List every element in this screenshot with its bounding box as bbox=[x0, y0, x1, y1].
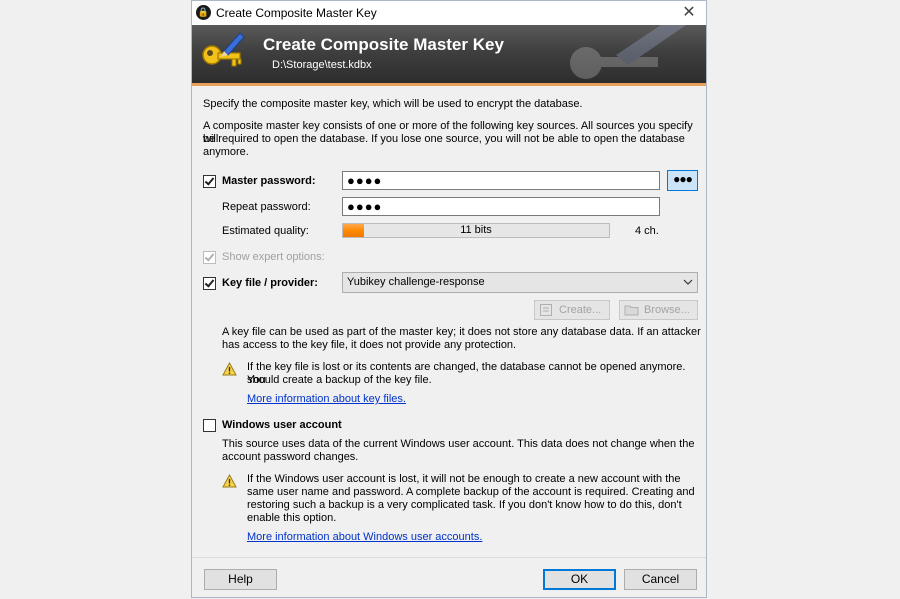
reveal-password-button[interactable]: ●●● bbox=[667, 170, 698, 191]
key-file-warning-line: should create a backup of the key file. bbox=[247, 374, 432, 386]
create-button-label: Create... bbox=[559, 304, 602, 316]
help-button[interactable]: Help bbox=[204, 569, 277, 590]
windows-account-warning-line: restoring such a backup is a very compli… bbox=[247, 499, 682, 511]
cancel-button[interactable]: Cancel bbox=[624, 569, 697, 590]
windows-account-info-line: This source uses data of the current Win… bbox=[222, 438, 695, 450]
repeat-password-label: Repeat password: bbox=[222, 201, 311, 213]
key-file-label: Key file / provider: bbox=[222, 277, 318, 289]
key-files-info-link[interactable]: More information about key files. bbox=[247, 393, 406, 406]
intro-detail-line: anymore. bbox=[203, 146, 249, 158]
browse-key-file-button[interactable]: Browse... bbox=[619, 300, 698, 320]
composite-key-dialog: 🔒 Create Composite Master Key ✕ Create C… bbox=[191, 0, 707, 598]
create-file-icon bbox=[540, 304, 552, 316]
key-pencil-icon bbox=[202, 32, 245, 67]
password-length: 4 ch. bbox=[635, 225, 659, 237]
intro-detail-line: be required to open the database. If you… bbox=[203, 133, 685, 145]
windows-account-checkbox[interactable] bbox=[203, 419, 216, 432]
key-provider-select[interactable]: Yubikey challenge-response bbox=[342, 272, 698, 293]
key-file-checkbox[interactable] bbox=[203, 277, 216, 290]
show-expert-options-checkbox[interactable] bbox=[203, 251, 216, 264]
master-password-label: Master password: bbox=[222, 175, 316, 187]
title-bar: 🔒 Create Composite Master Key ✕ bbox=[192, 1, 706, 25]
quality-bits: 11 bits bbox=[460, 224, 492, 236]
window-title: Create Composite Master Key bbox=[216, 6, 377, 20]
windows-accounts-info-link[interactable]: More information about Windows user acco… bbox=[247, 531, 482, 544]
header-banner: Create Composite Master Key D:\Storage\t… bbox=[192, 25, 706, 83]
database-path: D:\Storage\test.kdbx bbox=[272, 59, 372, 71]
quality-progress-bar: 11 bits bbox=[342, 223, 610, 238]
lock-icon: 🔒 bbox=[196, 5, 211, 20]
windows-account-label: Windows user account bbox=[222, 419, 342, 431]
windows-account-info-line: account password changes. bbox=[222, 451, 359, 463]
create-key-file-button[interactable]: Create... bbox=[534, 300, 610, 320]
master-password-input[interactable]: ●●●● bbox=[342, 171, 660, 190]
close-button[interactable]: ✕ bbox=[672, 1, 706, 25]
key-file-info-line: has access to the key file, it does not … bbox=[222, 339, 517, 351]
quality-label: Estimated quality: bbox=[222, 225, 309, 237]
banner-title: Create Composite Master Key bbox=[263, 35, 504, 54]
key-provider-selected: Yubikey challenge-response bbox=[347, 276, 485, 288]
footer-divider bbox=[192, 557, 706, 558]
folder-icon bbox=[624, 305, 639, 316]
show-expert-options-label: Show expert options: bbox=[222, 251, 325, 263]
key-file-info-line: A key file can be used as part of the ma… bbox=[222, 326, 701, 338]
repeat-password-input[interactable]: ●●●● bbox=[342, 197, 660, 216]
chevron-down-icon bbox=[683, 279, 693, 285]
intro-text: Specify the composite master key, which … bbox=[203, 98, 583, 110]
master-password-checkbox[interactable] bbox=[203, 175, 216, 188]
banner-divider bbox=[192, 83, 706, 86]
windows-account-warning-line: If the Windows user account is lost, it … bbox=[247, 473, 681, 485]
windows-account-warning-line: same user name and password. A complete … bbox=[247, 486, 695, 498]
warning-icon bbox=[222, 362, 237, 376]
ok-button[interactable]: OK bbox=[543, 569, 616, 590]
key-watermark-icon bbox=[570, 25, 686, 79]
warning-icon bbox=[222, 474, 237, 488]
browse-button-label: Browse... bbox=[644, 304, 690, 316]
windows-account-warning-line: enable this option. bbox=[247, 512, 337, 524]
